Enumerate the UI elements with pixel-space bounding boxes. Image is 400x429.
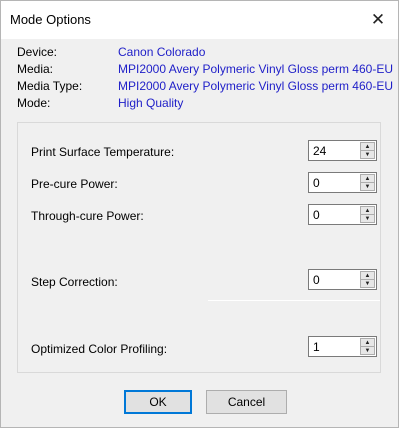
arrow-up-icon: ▲ — [364, 143, 371, 150]
spinner-buttons: ▲ ▼ — [360, 271, 375, 288]
arrow-up-icon: ▲ — [364, 175, 371, 182]
spin-down-button[interactable]: ▼ — [360, 183, 375, 191]
pre-cure-power-value: 0 — [313, 176, 320, 190]
title-bar: Mode Options ✕ — [1, 1, 398, 39]
cancel-button[interactable]: Cancel — [206, 390, 287, 414]
dialog-title: Mode Options — [10, 12, 91, 27]
through-cure-power-value: 0 — [313, 208, 320, 222]
spin-up-button[interactable]: ▲ — [360, 338, 375, 347]
spin-down-button[interactable]: ▼ — [360, 347, 375, 355]
close-button[interactable]: ✕ — [364, 7, 392, 33]
spin-down-button[interactable]: ▼ — [360, 280, 375, 288]
arrow-down-icon: ▼ — [364, 215, 371, 222]
spin-up-button[interactable]: ▲ — [360, 142, 375, 151]
step-correction-spinner[interactable]: 0 ▲ ▼ — [308, 269, 377, 290]
mode-label: Mode: — [17, 96, 51, 110]
media-type-value: MPI2000 Avery Polymeric Vinyl Gloss perm… — [118, 79, 393, 93]
spinner-buttons: ▲ ▼ — [360, 206, 375, 223]
device-value: Canon Colorado — [118, 45, 206, 59]
spinner-buttons: ▲ ▼ — [360, 174, 375, 191]
arrow-up-icon: ▲ — [364, 339, 371, 346]
spin-up-button[interactable]: ▲ — [360, 174, 375, 183]
media-value: MPI2000 Avery Polymeric Vinyl Gloss perm… — [118, 62, 393, 76]
settings-panel: Print Surface Temperature: 24 ▲ ▼ Pre-cu… — [17, 122, 381, 373]
mode-options-dialog: Mode Options ✕ Device: Canon Colorado Me… — [0, 0, 399, 428]
step-correction-label: Step Correction: — [31, 275, 118, 289]
optimized-color-profiling-value: 1 — [313, 340, 320, 354]
arrow-down-icon: ▼ — [364, 151, 371, 158]
optimized-color-profiling-spinner[interactable]: 1 ▲ ▼ — [308, 336, 377, 357]
pre-cure-power-label: Pre-cure Power: — [31, 177, 118, 191]
ok-button[interactable]: OK — [124, 390, 192, 414]
print-surface-temperature-value: 24 — [313, 144, 327, 158]
spinner-buttons: ▲ ▼ — [360, 338, 375, 355]
spinner-buttons: ▲ ▼ — [360, 142, 375, 159]
separator-line — [208, 300, 380, 301]
arrow-down-icon: ▼ — [364, 280, 371, 287]
spin-up-button[interactable]: ▲ — [360, 206, 375, 215]
spin-down-button[interactable]: ▼ — [360, 215, 375, 223]
media-label: Media: — [17, 62, 54, 76]
close-icon: ✕ — [370, 10, 386, 29]
media-type-label: Media Type: — [17, 79, 83, 93]
print-surface-temperature-spinner[interactable]: 24 ▲ ▼ — [308, 140, 377, 161]
device-label: Device: — [17, 45, 58, 59]
optimized-color-profiling-label: Optimized Color Profiling: — [31, 342, 168, 356]
mode-value: High Quality — [118, 96, 184, 110]
arrow-up-icon: ▲ — [364, 272, 371, 279]
arrow-up-icon: ▲ — [364, 207, 371, 214]
arrow-down-icon: ▼ — [364, 183, 371, 190]
through-cure-power-spinner[interactable]: 0 ▲ ▼ — [308, 204, 377, 225]
arrow-down-icon: ▼ — [364, 347, 371, 354]
step-correction-value: 0 — [313, 273, 320, 287]
pre-cure-power-spinner[interactable]: 0 ▲ ▼ — [308, 172, 377, 193]
print-surface-temperature-label: Print Surface Temperature: — [31, 145, 175, 159]
through-cure-power-label: Through-cure Power: — [31, 209, 144, 223]
spin-up-button[interactable]: ▲ — [360, 271, 375, 280]
spin-down-button[interactable]: ▼ — [360, 151, 375, 159]
